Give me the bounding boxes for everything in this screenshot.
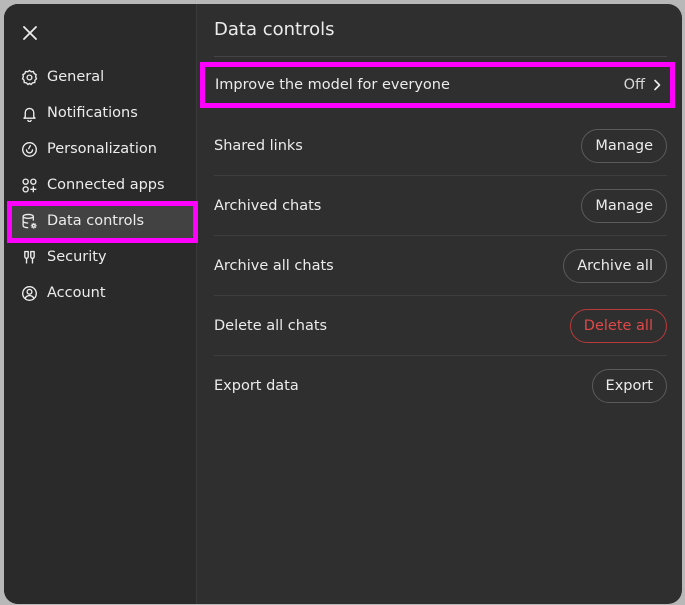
chevron-right-icon	[654, 79, 661, 91]
export-data-row: Export data Export	[214, 356, 667, 416]
shared-links-manage-button[interactable]: Manage	[581, 128, 667, 163]
improve-model-status: Off	[624, 77, 661, 93]
account-icon	[21, 285, 38, 302]
sidebar-item-personalization[interactable]: Personalization	[8, 131, 194, 167]
title-divider	[214, 56, 667, 57]
improve-model-label: Improve the model for everyone	[215, 77, 450, 93]
archive-all-label: Archive all chats	[214, 257, 334, 274]
sidebar-item-label: Account	[47, 285, 106, 301]
sidebar-item-account[interactable]: Account	[8, 275, 194, 311]
sidebar-item-security[interactable]: Security	[8, 239, 194, 275]
export-data-label: Export data	[214, 378, 299, 394]
improve-model-value: Off	[623, 77, 645, 93]
security-icon	[21, 249, 38, 266]
archived-chats-row: Archived chats Manage	[214, 176, 667, 236]
shared-links-label: Shared links	[214, 137, 303, 154]
close-icon	[23, 26, 37, 40]
shared-links-row: Shared links Manage	[214, 116, 667, 176]
sidebar-item-connected-apps[interactable]: Connected apps	[8, 167, 194, 203]
sidebar-item-label: Notifications	[47, 105, 138, 121]
sidebar-item-data-controls[interactable]: Data controls	[7, 201, 198, 243]
delete-all-label: Delete all chats	[214, 317, 328, 334]
page-title: Data controls	[214, 19, 335, 40]
apps-grid-icon	[21, 177, 38, 194]
archive-all-row: Archive all chats Archive all	[214, 236, 667, 296]
improve-model-row[interactable]: Improve the model for everyone Off	[200, 62, 675, 108]
sidebar-item-general[interactable]: General	[8, 59, 194, 95]
archived-chats-manage-button[interactable]: Manage	[581, 188, 667, 223]
sidebar-item-label: Security	[47, 249, 107, 265]
sidebar-item-label: General	[47, 69, 105, 85]
bell-icon	[21, 105, 38, 122]
delete-all-row: Delete all chats Delete all	[214, 296, 667, 356]
close-button[interactable]	[18, 21, 42, 45]
sidebar-item-label: Connected apps	[47, 177, 165, 193]
gear-icon	[21, 69, 38, 86]
settings-nav: General Notifications Personalization Co…	[7, 59, 198, 311]
personalization-icon	[21, 141, 38, 158]
database-gear-icon	[21, 213, 38, 230]
archived-chats-label: Archived chats	[214, 197, 322, 214]
sidebar-item-label: Data controls	[47, 213, 145, 229]
sidebar-item-notifications[interactable]: Notifications	[8, 95, 194, 131]
export-button[interactable]: Export	[591, 369, 667, 403]
delete-all-button[interactable]: Delete all	[569, 308, 667, 343]
archive-all-button[interactable]: Archive all	[563, 248, 667, 283]
settings-sidebar: General Notifications Personalization Co…	[4, 4, 198, 604]
sidebar-item-label: Personalization	[47, 141, 157, 157]
